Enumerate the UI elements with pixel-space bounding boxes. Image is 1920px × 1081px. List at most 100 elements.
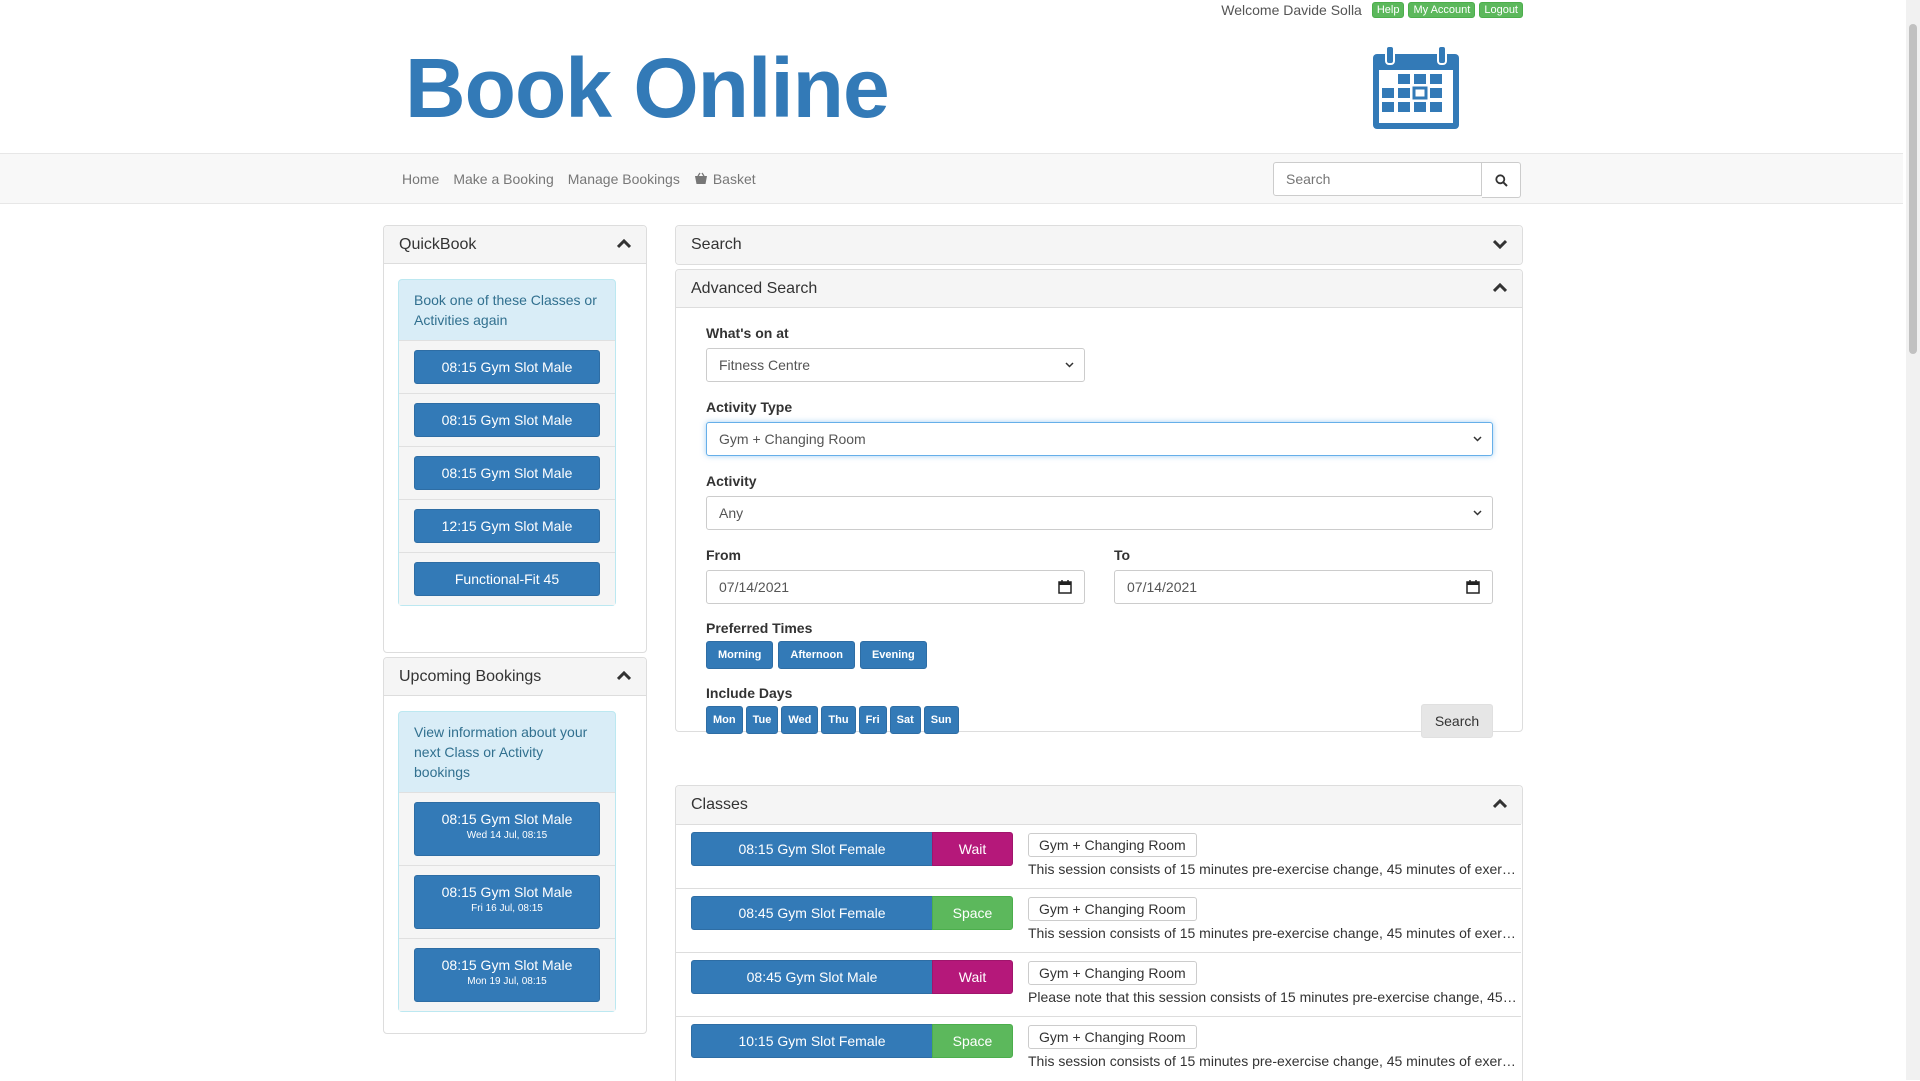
page-scrollbar[interactable] <box>1906 0 1920 1080</box>
quickbook-panel: QuickBook Book one of these Classes or A… <box>383 225 647 653</box>
venue-select[interactable]: Fitness Centre <box>706 348 1085 382</box>
time-morning-toggle[interactable]: Morning <box>706 641 774 669</box>
activity-tag: Gym + Changing Room <box>1028 897 1197 921</box>
basket-icon <box>694 172 707 184</box>
to-date-input[interactable]: 07/14/2021 <box>1114 570 1493 604</box>
day-wed-toggle[interactable]: Wed <box>781 706 819 734</box>
from-date-input[interactable]: 07/14/2021 <box>706 570 1085 604</box>
status-space-button[interactable]: Space <box>932 1024 1013 1058</box>
to-date-value: 07/14/2021 <box>1127 579 1198 595</box>
chevron-down-icon <box>1065 362 1074 368</box>
status-space-button[interactable]: Space <box>932 896 1013 930</box>
nav-home[interactable]: Home <box>395 171 446 187</box>
quickbook-item-button[interactable]: 08:15 Gym Slot Male <box>414 403 600 437</box>
calendar-icon[interactable] <box>1466 580 1480 594</box>
quickbook-title: QuickBook <box>399 235 477 253</box>
scrollbar-thumb[interactable] <box>1909 24 1917 354</box>
search-button[interactable] <box>1482 162 1521 198</box>
booking-date: Mon 19 Jul, 08:15 <box>467 976 547 987</box>
class-name-button[interactable]: 08:15 Gym Slot Female <box>691 832 933 866</box>
chevron-up-icon[interactable] <box>616 236 632 254</box>
class-name-button[interactable]: 08:45 Gym Slot Male <box>691 960 933 994</box>
nav-basket[interactable]: Basket <box>687 171 763 187</box>
class-name-button[interactable]: 08:45 Gym Slot Female <box>691 896 933 930</box>
table-row: 08:45 Gym Slot Female Space Gym + Changi… <box>676 888 1521 953</box>
booking-date: Wed 14 Jul, 08:15 <box>466 830 548 841</box>
advanced-search-panel: Advanced Search What's on at Fitness Cen… <box>675 269 1523 738</box>
advanced-search-button[interactable]: Search <box>1421 704 1493 738</box>
quickbook-item-button[interactable]: 12:15 Gym Slot Male <box>414 509 600 543</box>
quickbook-item-button[interactable]: 08:15 Gym Slot Male <box>414 456 600 490</box>
upcoming-bookings-panel: Upcoming Bookings View information about… <box>383 657 647 1034</box>
calendar-icon <box>1372 45 1460 135</box>
upcoming-intro: View information about your next Class o… <box>414 724 588 780</box>
activity-tag: Gym + Changing Room <box>1028 961 1197 985</box>
classes-panel: Classes 08:15 Gym Slot Female Wait Gym +… <box>675 785 1523 1081</box>
booking-button[interactable]: 08:15 Gym Slot Male Fri 16 Jul, 08:15 <box>414 875 600 929</box>
preferred-times-group: Morning Afternoon Evening <box>706 641 927 669</box>
chevron-up-icon[interactable] <box>616 668 632 686</box>
quickbook-intro: Book one of these Classes or Activities … <box>414 292 597 328</box>
logout-button[interactable]: Logout <box>1479 2 1523 18</box>
upcoming-bookings-title: Upcoming Bookings <box>399 667 542 685</box>
class-description: This session consists of 15 minutes pre-… <box>1028 861 1520 877</box>
site-title: Book Online <box>405 41 890 135</box>
activity-tag: Gym + Changing Room <box>1028 1025 1197 1049</box>
class-description: Please note that this session consists o… <box>1028 989 1520 1005</box>
nav-basket-label: Basket <box>712 170 756 187</box>
day-sun-toggle[interactable]: Sun <box>923 706 959 734</box>
day-tue-toggle[interactable]: Tue <box>745 706 779 734</box>
activity-select[interactable]: Any <box>706 496 1493 530</box>
day-thu-toggle[interactable]: Thu <box>821 706 856 734</box>
class-description: This session consists of 15 minutes pre-… <box>1028 925 1520 941</box>
search-panel-title: Search <box>691 236 742 253</box>
day-mon-toggle[interactable]: Mon <box>706 706 743 734</box>
chevron-down-icon <box>1473 436 1482 442</box>
booking-button[interactable]: 08:15 Gym Slot Male Mon 19 Jul, 08:15 <box>414 948 600 1002</box>
advanced-search-title: Advanced Search <box>691 279 818 297</box>
to-label: To <box>1114 547 1131 563</box>
class-description: This session consists of 15 minutes pre-… <box>1028 1053 1520 1069</box>
time-afternoon-toggle[interactable]: Afternoon <box>778 641 855 669</box>
activity-select-value: Any <box>719 505 744 521</box>
classes-title: Classes <box>691 796 748 813</box>
help-button[interactable]: Help <box>1371 2 1405 18</box>
list-item: 08:15 Gym Slot Male Fri 16 Jul, 08:15 <box>399 865 615 938</box>
search-input[interactable] <box>1273 162 1482 196</box>
status-wait-button[interactable]: Wait <box>932 832 1013 866</box>
my-account-button[interactable]: My Account <box>1408 2 1476 18</box>
chevron-down-icon[interactable] <box>1492 236 1508 254</box>
booking-button[interactable]: 08:15 Gym Slot Male Wed 14 Jul, 08:15 <box>414 802 600 856</box>
list-item: 08:15 Gym Slot Male <box>399 393 615 446</box>
class-name-button[interactable]: 10:15 Gym Slot Female <box>691 1024 933 1058</box>
table-row: 10:15 Gym Slot Female Space Gym + Changi… <box>676 1016 1521 1081</box>
include-days-group: Mon Tue Wed Thu Fri Sat Sun <box>706 706 959 734</box>
venue-select-value: Fitness Centre <box>719 357 811 373</box>
welcome-text: Welcome Davide Solla <box>1221 2 1362 18</box>
booking-title: 08:15 Gym Slot Male <box>441 957 573 973</box>
list-item: 08:15 Gym Slot Male <box>399 340 615 393</box>
table-row: 08:45 Gym Slot Male Wait Gym + Changing … <box>676 952 1521 1017</box>
list-item: 08:15 Gym Slot Male Wed 14 Jul, 08:15 <box>399 792 615 865</box>
status-wait-button[interactable]: Wait <box>932 960 1013 994</box>
nav-manage-bookings[interactable]: Manage Bookings <box>561 171 687 187</box>
activity-type-select[interactable]: Gym + Changing Room <box>706 422 1493 456</box>
list-item: 12:15 Gym Slot Male <box>399 499 615 552</box>
quickbook-item-button[interactable]: 08:15 Gym Slot Male <box>414 350 600 384</box>
nav-make-booking[interactable]: Make a Booking <box>446 171 560 187</box>
day-sat-toggle[interactable]: Sat <box>889 706 921 734</box>
booking-date: Fri 16 Jul, 08:15 <box>471 903 543 914</box>
chevron-up-icon[interactable] <box>1492 796 1508 814</box>
quickbook-item-button[interactable]: Functional-Fit 45 <box>414 562 600 596</box>
quickbook-list: Book one of these Classes or Activities … <box>398 279 616 606</box>
main-navbar: Home Make a Booking Manage Bookings Bask… <box>0 153 1903 204</box>
user-bar: Welcome Davide Solla Help My Account Log… <box>1221 2 1523 18</box>
day-fri-toggle[interactable]: Fri <box>858 706 887 734</box>
time-evening-toggle[interactable]: Evening <box>859 641 927 669</box>
search-icon <box>1494 173 1508 187</box>
booking-title: 08:15 Gym Slot Male <box>441 884 573 900</box>
activity-type-label: Activity Type <box>706 399 793 415</box>
table-row: 08:15 Gym Slot Female Wait Gym + Changin… <box>676 824 1521 889</box>
chevron-up-icon[interactable] <box>1492 280 1508 298</box>
calendar-icon[interactable] <box>1058 580 1072 594</box>
